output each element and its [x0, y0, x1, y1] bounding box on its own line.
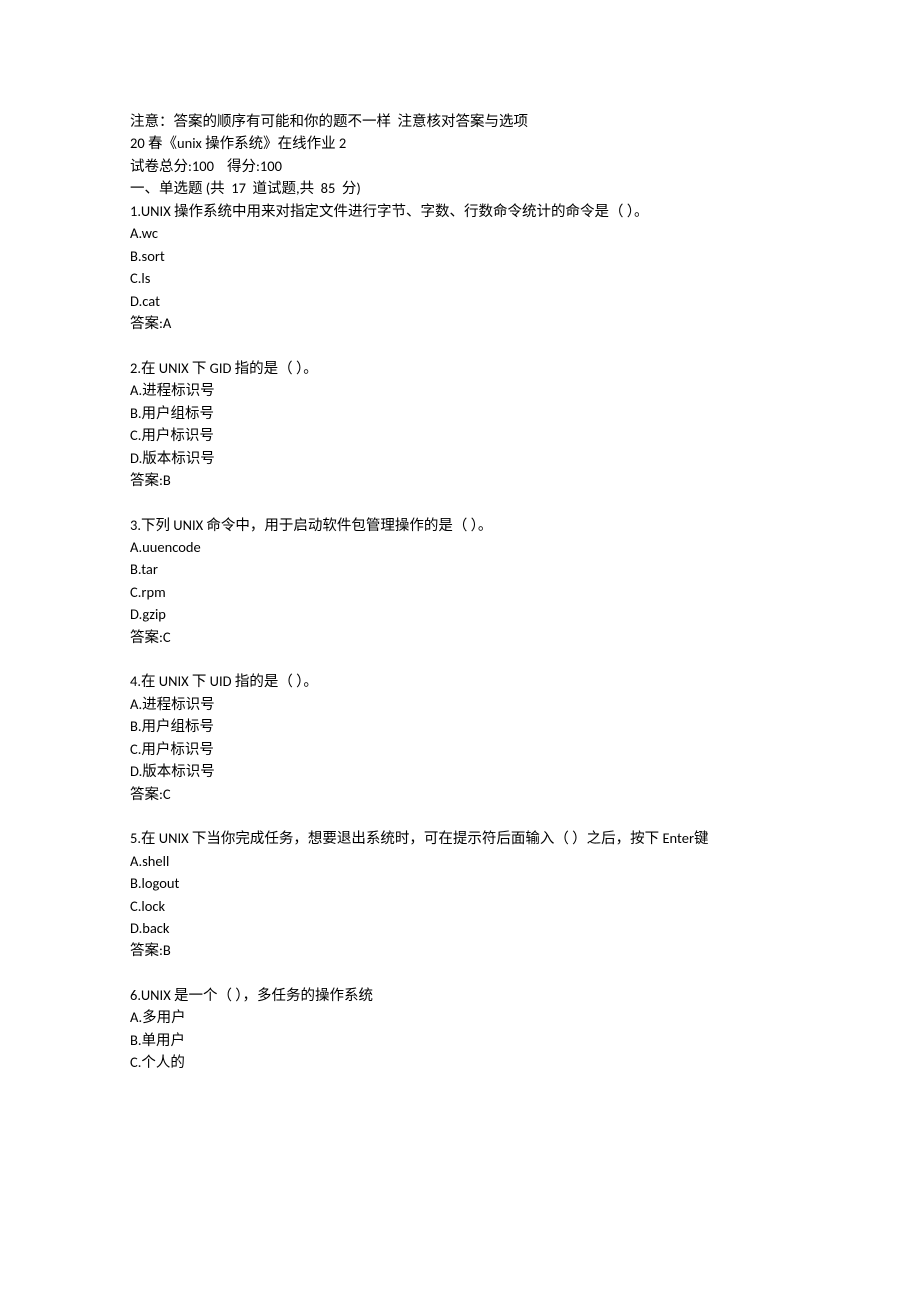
- document-page: 注意：答案的顺序有可能和你的题不一样 注意核对答案与选项 20 春《unix 操…: [0, 0, 920, 1302]
- question-stem: 2.在 UNIX 下 GID 指的是（ ）。: [130, 357, 790, 379]
- title-line: 20 春《unix 操作系统》在线作业 2: [130, 132, 790, 154]
- question-stem: 1.UNIX 操作系统中用来对指定文件进行字节、字数、行数命令统计的命令是（ ）…: [130, 200, 790, 222]
- question-option: A.多用户: [130, 1006, 790, 1028]
- question-answer: 答案:B: [130, 939, 790, 961]
- question-option: A.uuencode: [130, 536, 790, 558]
- question-option: C.用户标识号: [130, 738, 790, 760]
- question-option: C.ls: [130, 267, 790, 289]
- question-option: B.tar: [130, 558, 790, 580]
- question-option: A.进程标识号: [130, 379, 790, 401]
- question-option: A.shell: [130, 850, 790, 872]
- question-stem: 4.在 UNIX 下 UID 指的是（ ）。: [130, 670, 790, 692]
- question-block: 2.在 UNIX 下 GID 指的是（ ）。 A.进程标识号 B.用户组标号 C…: [130, 357, 790, 492]
- question-option: B.sort: [130, 245, 790, 267]
- score-line: 试卷总分:100 得分:100: [130, 155, 790, 177]
- question-stem: 3.下列 UNIX 命令中，用于启动软件包管理操作的是（ ）。: [130, 514, 790, 536]
- question-option: D.gzip: [130, 603, 790, 625]
- question-option: B.用户组标号: [130, 715, 790, 737]
- question-option: C.lock: [130, 895, 790, 917]
- notice-line: 注意：答案的顺序有可能和你的题不一样 注意核对答案与选项: [130, 110, 790, 132]
- question-block: 3.下列 UNIX 命令中，用于启动软件包管理操作的是（ ）。 A.uuenco…: [130, 514, 790, 649]
- question-answer: 答案:B: [130, 469, 790, 491]
- question-block: 5.在 UNIX 下当你完成任务，想要退出系统时，可在提示符后面输入（ ）之后，…: [130, 827, 790, 962]
- question-option: C.用户标识号: [130, 424, 790, 446]
- question-stem: 6.UNIX 是一个（ ），多任务的操作系统: [130, 984, 790, 1006]
- question-block: 4.在 UNIX 下 UID 指的是（ ）。 A.进程标识号 B.用户组标号 C…: [130, 670, 790, 805]
- question-answer: 答案:C: [130, 626, 790, 648]
- question-option: A.wc: [130, 222, 790, 244]
- question-option: D.版本标识号: [130, 760, 790, 782]
- question-option: B.用户组标号: [130, 402, 790, 424]
- question-option: C.个人的: [130, 1051, 790, 1073]
- header-block: 注意：答案的顺序有可能和你的题不一样 注意核对答案与选项 20 春《unix 操…: [130, 110, 790, 335]
- question-answer: 答案:A: [130, 312, 790, 334]
- question-option: B.单用户: [130, 1029, 790, 1051]
- question-option: D.cat: [130, 290, 790, 312]
- question-option: D.版本标识号: [130, 447, 790, 469]
- question-option: B.logout: [130, 872, 790, 894]
- question-option: C.rpm: [130, 581, 790, 603]
- question-stem: 5.在 UNIX 下当你完成任务，想要退出系统时，可在提示符后面输入（ ）之后，…: [130, 827, 790, 849]
- question-option: A.进程标识号: [130, 693, 790, 715]
- question-option: D.back: [130, 917, 790, 939]
- question-block: 6.UNIX 是一个（ ），多任务的操作系统 A.多用户 B.单用户 C.个人的: [130, 984, 790, 1074]
- question-answer: 答案:C: [130, 783, 790, 805]
- section-heading: 一、单选题 (共 17 道试题,共 85 分): [130, 177, 790, 199]
